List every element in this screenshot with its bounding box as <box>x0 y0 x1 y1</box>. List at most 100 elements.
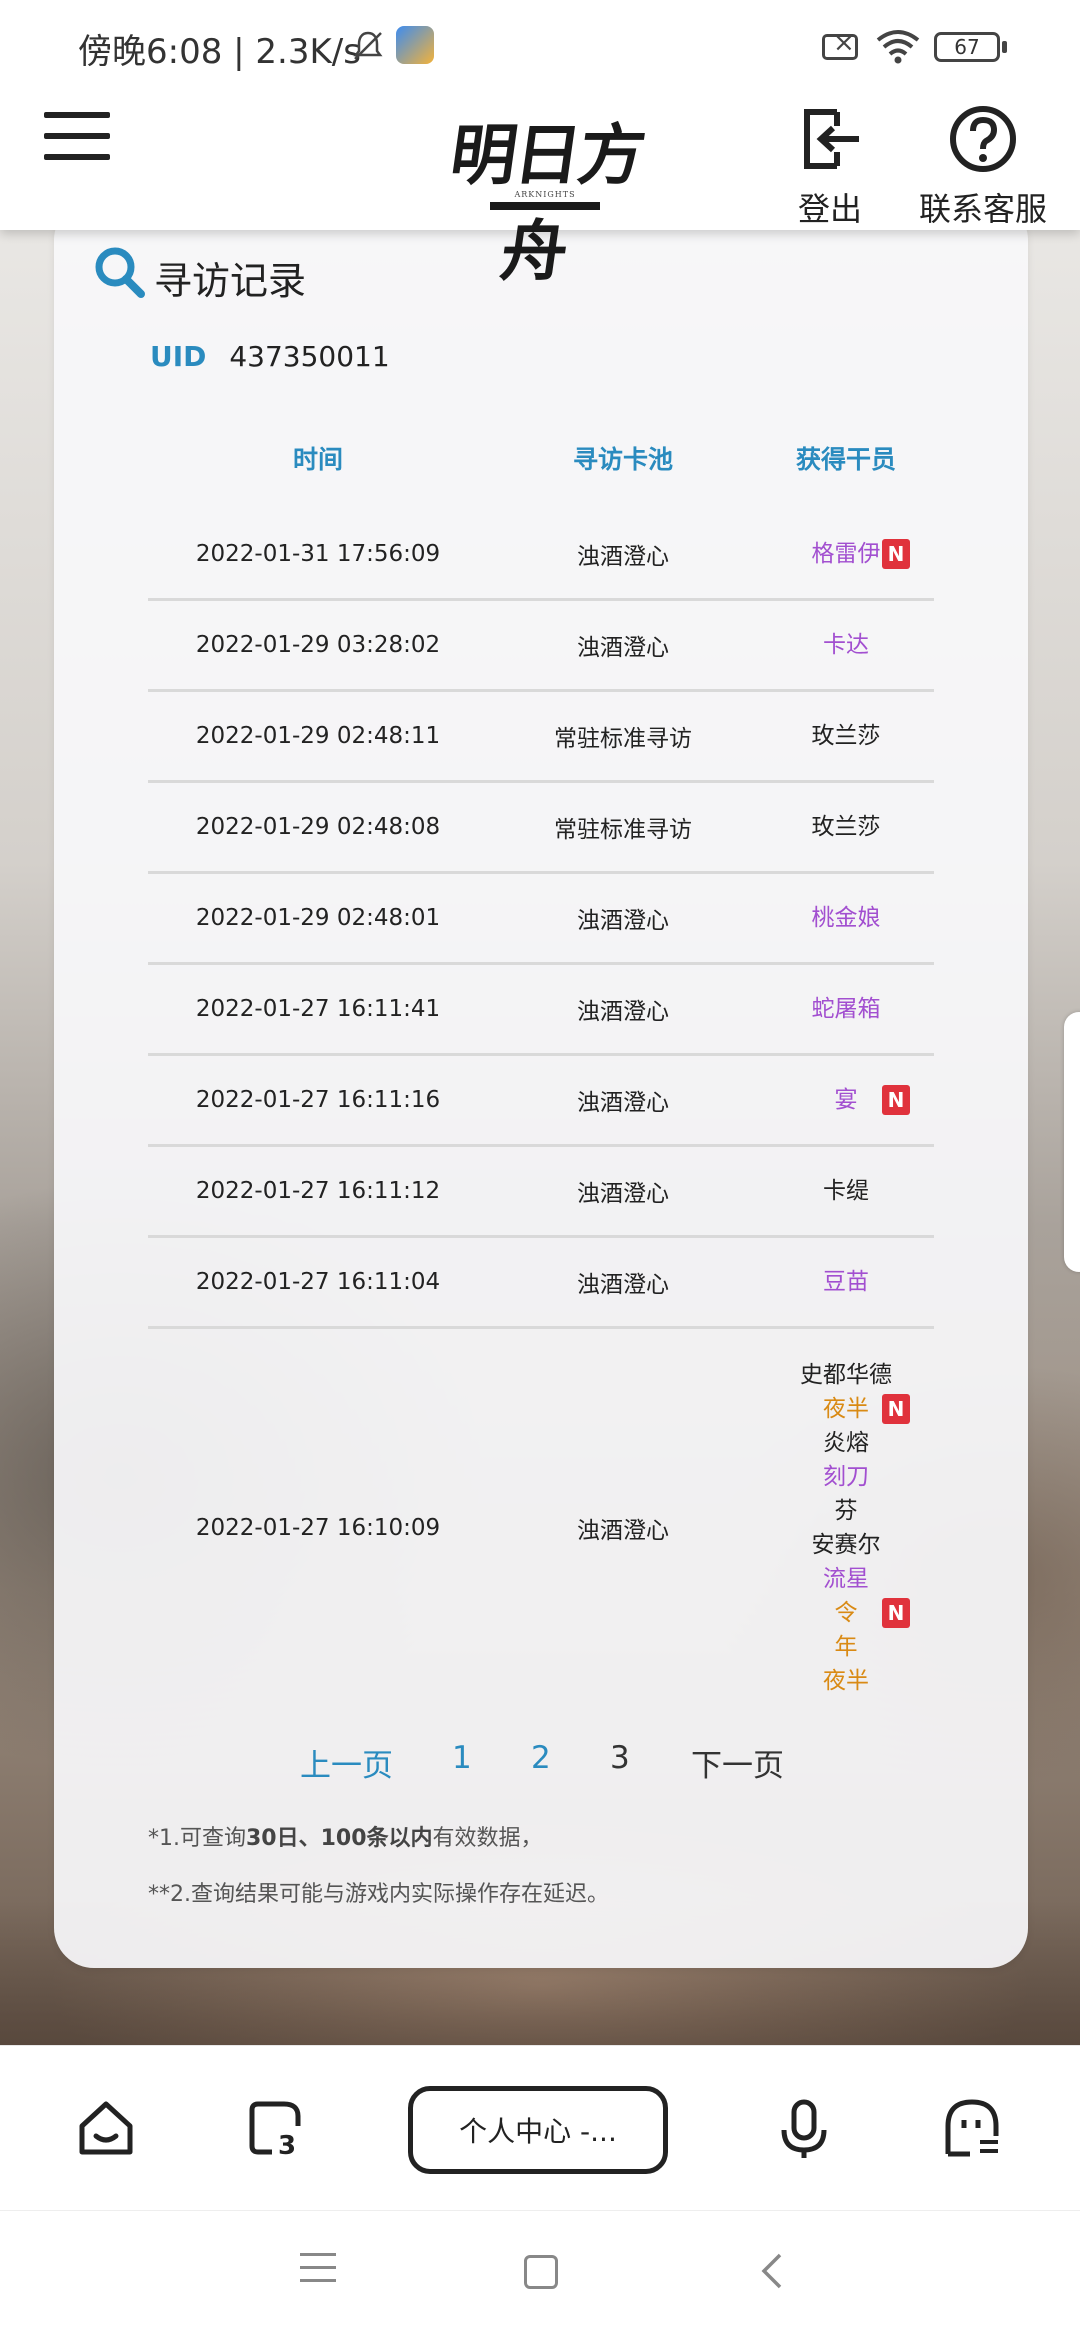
svg-text:3: 3 <box>278 2131 296 2160</box>
cell-operators: 卡缇 <box>758 1147 934 1235</box>
cell-operators: 宴N <box>758 1056 934 1144</box>
home-nav-icon[interactable] <box>524 2255 558 2289</box>
home-icon[interactable] <box>74 2096 138 2160</box>
operator-entry: 宴N <box>834 1083 910 1117</box>
operator-name: 格雷伊 <box>811 541 881 567</box>
cell-time: 2022-01-27 16:10:09 <box>195 1515 441 1541</box>
address-bar[interactable]: 个人中心 -... <box>408 2086 668 2174</box>
table-header: 时间 寻访卡池 获得干员 <box>148 420 934 510</box>
cell-operators: 玫兰莎 <box>758 783 934 871</box>
operator-entry: 格雷伊 N <box>811 537 910 571</box>
page-link-1[interactable]: 1 <box>452 1740 472 1776</box>
customer-service-button[interactable]: 联系客服 <box>908 104 1058 230</box>
cell-time: 2022-01-27 16:11:41 <box>195 996 441 1022</box>
cell-pool: 浊酒澄心 <box>577 1181 669 1207</box>
wifi-icon <box>876 30 920 64</box>
operator-entry: 安赛尔 <box>812 1528 881 1562</box>
new-badge: N <box>882 1598 910 1628</box>
operator-name: 桃金娘 <box>811 905 881 931</box>
table-row: 2022-01-29 02:48:01 浊酒澄心 桃金娘 <box>148 874 934 965</box>
app-header: 明日方舟 ARKNIGHTS 登出 联系客服 <box>0 90 1080 290</box>
battery-tip <box>1002 41 1007 53</box>
column-header-time: 时间 <box>292 445 343 474</box>
cell-pool: 浊酒澄心 <box>577 544 669 570</box>
battery-level: 67 <box>954 35 980 59</box>
operator-name: 夜半 <box>823 1668 869 1694</box>
page-current-3: 3 <box>610 1740 630 1776</box>
operator-entry: 炎熔 <box>823 1426 869 1460</box>
uid-row: UID 437350011 <box>150 340 390 373</box>
side-drawer-handle[interactable] <box>1064 1012 1080 1272</box>
logo-subtext: ARKNIGHTS <box>514 190 576 199</box>
status-bar: 傍晚6:08 | 2.3K/s 67 <box>0 0 1080 90</box>
microphone-icon[interactable] <box>772 2096 836 2160</box>
column-header-pool: 寻访卡池 <box>572 445 673 474</box>
cell-operators: 蛇屠箱 <box>758 965 934 1053</box>
logout-button[interactable]: 登出 <box>790 104 870 230</box>
recent-apps-icon[interactable] <box>300 2253 336 2289</box>
logout-icon <box>804 109 859 169</box>
operator-name: 刻刀 <box>823 1464 869 1490</box>
gacha-record-card: 寻访记录 UID 437350011 时间 寻访卡池 获得干员 2022-01-… <box>54 200 1028 1968</box>
prev-page-link[interactable]: 上一页 <box>300 1740 393 1785</box>
cell-operators: 卡达 <box>758 601 934 689</box>
cell-time: 2022-01-27 16:11:12 <box>195 1178 441 1204</box>
gacha-table: 时间 寻访卡池 获得干员 2022-01-31 17:56:09 浊酒澄心 格雷伊 N… <box>148 420 934 1727</box>
table-row: 2022-01-31 17:56:09 浊酒澄心 格雷伊 N <box>148 510 934 601</box>
back-icon[interactable] <box>754 2251 794 2291</box>
operator-name: 玫兰莎 <box>811 814 881 840</box>
cell-pool: 浊酒澄心 <box>577 1090 669 1116</box>
cell-operators: 格雷伊 N <box>758 510 934 598</box>
logout-label: 登出 <box>797 190 862 228</box>
tabs-icon[interactable]: 3 <box>244 2096 308 2160</box>
next-page-link[interactable]: 下一页 <box>691 1740 784 1785</box>
cell-operators: 玫兰莎 <box>758 692 934 780</box>
operator-name: 卡达 <box>823 632 869 658</box>
cell-time: 2022-01-31 17:56:09 <box>195 541 441 567</box>
operator-name: 玫兰莎 <box>811 723 881 749</box>
operator-name: 令 <box>834 1600 858 1626</box>
cell-time: 2022-01-27 16:11:16 <box>195 1087 441 1113</box>
note-query-limit: *1.可查询30日、100条以内有效数据， <box>148 1820 543 1852</box>
operator-name: 年 <box>834 1634 858 1660</box>
help-icon <box>950 106 1016 172</box>
operator-entry: 卡达 <box>823 628 869 662</box>
operator-entry: 年 <box>835 1630 858 1664</box>
cell-pool: 浊酒澄心 <box>577 999 669 1025</box>
table-row: 2022-01-29 02:48:11 常驻标准寻访 玫兰莎 <box>148 692 934 783</box>
operator-entry: 夜半 N <box>823 1392 910 1426</box>
operator-entry: 豆苗 <box>823 1265 869 1299</box>
column-header-operator: 获得干员 <box>795 445 896 474</box>
cell-pool: 浊酒澄心 <box>577 1518 669 1544</box>
note1-prefix: *1.可查询 <box>148 1826 246 1851</box>
uid-label: UID <box>150 340 207 373</box>
logo-bar <box>490 202 600 210</box>
operator-entry: 卡缇 <box>823 1174 869 1208</box>
menu-icon[interactable] <box>44 112 110 164</box>
page-link-2[interactable]: 2 <box>531 1740 551 1776</box>
operator-name: 流星 <box>823 1566 869 1592</box>
cell-time: 2022-01-27 16:11:04 <box>195 1269 441 1295</box>
battery-indicator: 67 <box>934 32 1000 62</box>
table-row: 2022-01-27 16:11:12 浊酒澄心 卡缇 <box>148 1147 934 1238</box>
operator-entry: 玫兰莎 <box>812 719 881 753</box>
operator-name: 蛇屠箱 <box>811 996 881 1022</box>
ghost-menu-icon[interactable] <box>940 2096 1004 2160</box>
new-badge: N <box>882 1394 910 1424</box>
note1-suffix: 有效数据， <box>432 1826 543 1851</box>
pagination: 上一页 1 2 3 下一页 <box>54 1740 1028 1790</box>
arknights-logo[interactable]: 明日方舟 ARKNIGHTS <box>418 94 664 290</box>
customer-service-label: 联系客服 <box>918 190 1047 228</box>
cell-operators: 桃金娘 <box>758 874 934 962</box>
operator-name: 炎熔 <box>823 1430 869 1456</box>
app-notification-icon <box>396 26 434 64</box>
operator-entry: 芬 <box>835 1494 858 1528</box>
cell-operators: 史都华德 夜半 N 炎熔 刻刀芬安赛尔 流星令 N 年夜半 <box>758 1329 934 1727</box>
browser-toolbar: 3 个人中心 -... <box>0 2045 1080 2210</box>
bell-muted-icon <box>353 31 383 60</box>
operator-name: 宴 <box>834 1087 858 1113</box>
new-badge: N <box>882 1085 910 1115</box>
sim-off-icon <box>822 28 858 60</box>
cell-time: 2022-01-29 02:48:11 <box>195 723 441 749</box>
operator-entry: 史都华德 <box>800 1358 892 1392</box>
